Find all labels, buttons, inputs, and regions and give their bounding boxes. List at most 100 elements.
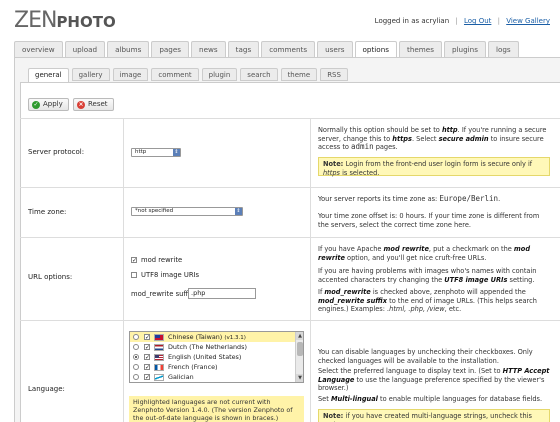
main-tabs: overview upload albums pages news tags c… [14, 41, 519, 58]
url-options-label: URL options: [28, 273, 73, 281]
language-note: Note: if you have created multi-language… [318, 409, 550, 422]
language-name: English (United States) [168, 353, 242, 361]
tab-upload[interactable]: upload [64, 41, 106, 57]
tab-tags[interactable]: tags [227, 41, 260, 57]
logo-zen-text: ZEN [14, 8, 57, 33]
column-divider [123, 118, 124, 422]
flag-fr-icon [154, 364, 164, 371]
language-item[interactable]: ✓ English (United States) [130, 352, 296, 362]
language-checkbox[interactable]: ✓ [144, 344, 150, 351]
language-checkbox[interactable]: ✓ [144, 334, 150, 341]
tab-themes[interactable]: themes [399, 41, 442, 57]
scroll-up-icon[interactable]: ▲ [296, 332, 303, 340]
tab-logs[interactable]: logs [487, 41, 519, 57]
language-item[interactable]: ✓ French (France) [130, 362, 296, 372]
language-label: Language: [28, 385, 65, 393]
language-description-3: Set Multi-lingual to enable multiple lan… [318, 395, 543, 403]
divider [20, 118, 560, 119]
user-bar: Logged in as acrylian | Log Out | View G… [375, 17, 550, 25]
mod-rewrite-label: mod rewrite [141, 256, 183, 264]
language-radio[interactable] [133, 344, 139, 350]
language-version: (v1.3.1) [224, 335, 246, 341]
logout-link[interactable]: Log Out [464, 17, 491, 25]
subtab-general[interactable]: general [28, 68, 69, 82]
divider [20, 320, 560, 321]
url-options-description-2: If you are having problems with images w… [318, 267, 537, 284]
tab-overview[interactable]: overview [14, 41, 63, 57]
language-list-scrollbar[interactable]: ▲ ▼ [295, 332, 303, 382]
time-zone-value: *not specified [135, 208, 174, 214]
tab-pages[interactable]: pages [151, 41, 190, 57]
language-checkbox[interactable]: ✓ [144, 374, 150, 381]
apply-button[interactable]: ✓ Apply [28, 98, 69, 111]
language-radio[interactable] [133, 364, 139, 370]
scroll-thumb[interactable] [297, 342, 303, 356]
reset-icon: × [77, 100, 85, 109]
utf8-uri-checkbox[interactable] [131, 272, 137, 278]
view-gallery-link[interactable]: View Gallery [506, 17, 550, 25]
utf8-uri-label: UTF8 image URIs [141, 271, 200, 279]
language-description-2: Select the preferred language to display… [318, 367, 550, 392]
language-item[interactable]: ✓ Chinese (Taiwan) (v1.3.1) [130, 332, 296, 342]
language-description-1: You can disable languages by unchecking … [318, 348, 533, 365]
language-name: French (France) [168, 363, 218, 371]
subtab-comment[interactable]: comment [151, 68, 199, 81]
server-protocol-note: Note: Login from the front-end user logi… [318, 157, 550, 177]
language-radio[interactable] [133, 374, 139, 380]
zenphoto-logo[interactable]: ZENPHOTO [14, 8, 116, 33]
subtab-gallery[interactable]: gallery [71, 68, 110, 81]
server-protocol-label: Server protocol: [28, 148, 85, 156]
logged-in-text: Logged in as acrylian [374, 17, 450, 25]
language-name: Galician [168, 373, 194, 381]
subtab-image[interactable]: image [112, 68, 149, 81]
tab-options[interactable]: options [354, 41, 397, 58]
language-name: Chinese (Taiwan) [168, 333, 223, 341]
tab-users[interactable]: users [317, 41, 353, 57]
subtab-search[interactable]: search [240, 68, 278, 81]
divider [20, 187, 560, 188]
tab-comments[interactable]: comments [261, 41, 316, 57]
apply-label: Apply [43, 100, 63, 108]
mod-rewrite-suffix-input[interactable]: .php [188, 288, 256, 299]
subtab-rss[interactable]: RSS [320, 68, 348, 81]
reset-button[interactable]: × Reset [73, 98, 114, 111]
time-zone-offset-text: Your time zone offset is: 0 hours. If yo… [318, 212, 540, 229]
flag-us-icon [154, 354, 164, 361]
language-checkbox[interactable]: ✓ [144, 364, 150, 371]
flag-nl-icon [154, 344, 164, 351]
server-protocol-select[interactable]: http ⇕ [131, 148, 181, 157]
column-divider [310, 118, 311, 422]
subtab-plugin[interactable]: plugin [201, 68, 238, 81]
url-options-description-1: If you have Apache mod rewrite, put a ch… [318, 245, 531, 262]
select-arrow-icon: ⇕ [173, 149, 180, 156]
tab-plugins[interactable]: plugins [443, 41, 486, 57]
time-zone-label: Time zone: [28, 208, 67, 216]
language-list[interactable]: ✓ Chinese (Taiwan) (v1.3.1) ✓ Dutch (The… [129, 331, 304, 383]
time-zone-select[interactable]: *not specified ⇕ [131, 207, 243, 216]
subtab-theme[interactable]: theme [280, 68, 318, 81]
scroll-down-icon[interactable]: ▼ [296, 374, 303, 382]
sub-tabs: general gallery image comment plugin sea… [28, 68, 348, 82]
language-radio[interactable] [133, 334, 139, 340]
logo-photo-text: PHOTO [56, 13, 116, 31]
language-checkbox[interactable]: ✓ [144, 354, 150, 361]
tab-albums[interactable]: albums [107, 41, 150, 57]
divider [20, 237, 560, 238]
mod-rewrite-suffix-label: mod_rewrite suffix: [131, 290, 197, 298]
language-highlight-note: Highlighted languages are not current wi… [129, 396, 304, 422]
mod-rewrite-checkbox[interactable]: ✓ [131, 257, 137, 264]
top-bar: ZENPHOTO Logged in as acrylian | Log Out… [0, 0, 560, 38]
tab-news[interactable]: news [191, 41, 226, 57]
server-protocol-description: Normally this option should be set to ht… [318, 126, 547, 151]
reset-label: Reset [88, 100, 108, 108]
select-arrow-icon: ⇕ [235, 208, 242, 215]
language-radio[interactable] [133, 354, 139, 360]
check-icon: ✓ [32, 100, 40, 109]
time-zone-description: Your server reports its time zone as: Eu… [318, 194, 501, 203]
language-item[interactable]: ✓ Galician [130, 372, 296, 382]
language-item[interactable]: ✓ Dutch (The Netherlands) [130, 342, 296, 352]
server-protocol-value: http [135, 149, 147, 155]
language-name: Dutch (The Netherlands) [168, 343, 247, 351]
url-options-description-3: If mod_rewrite is checked above, zenphot… [318, 288, 537, 313]
flag-gl-icon [154, 374, 164, 381]
